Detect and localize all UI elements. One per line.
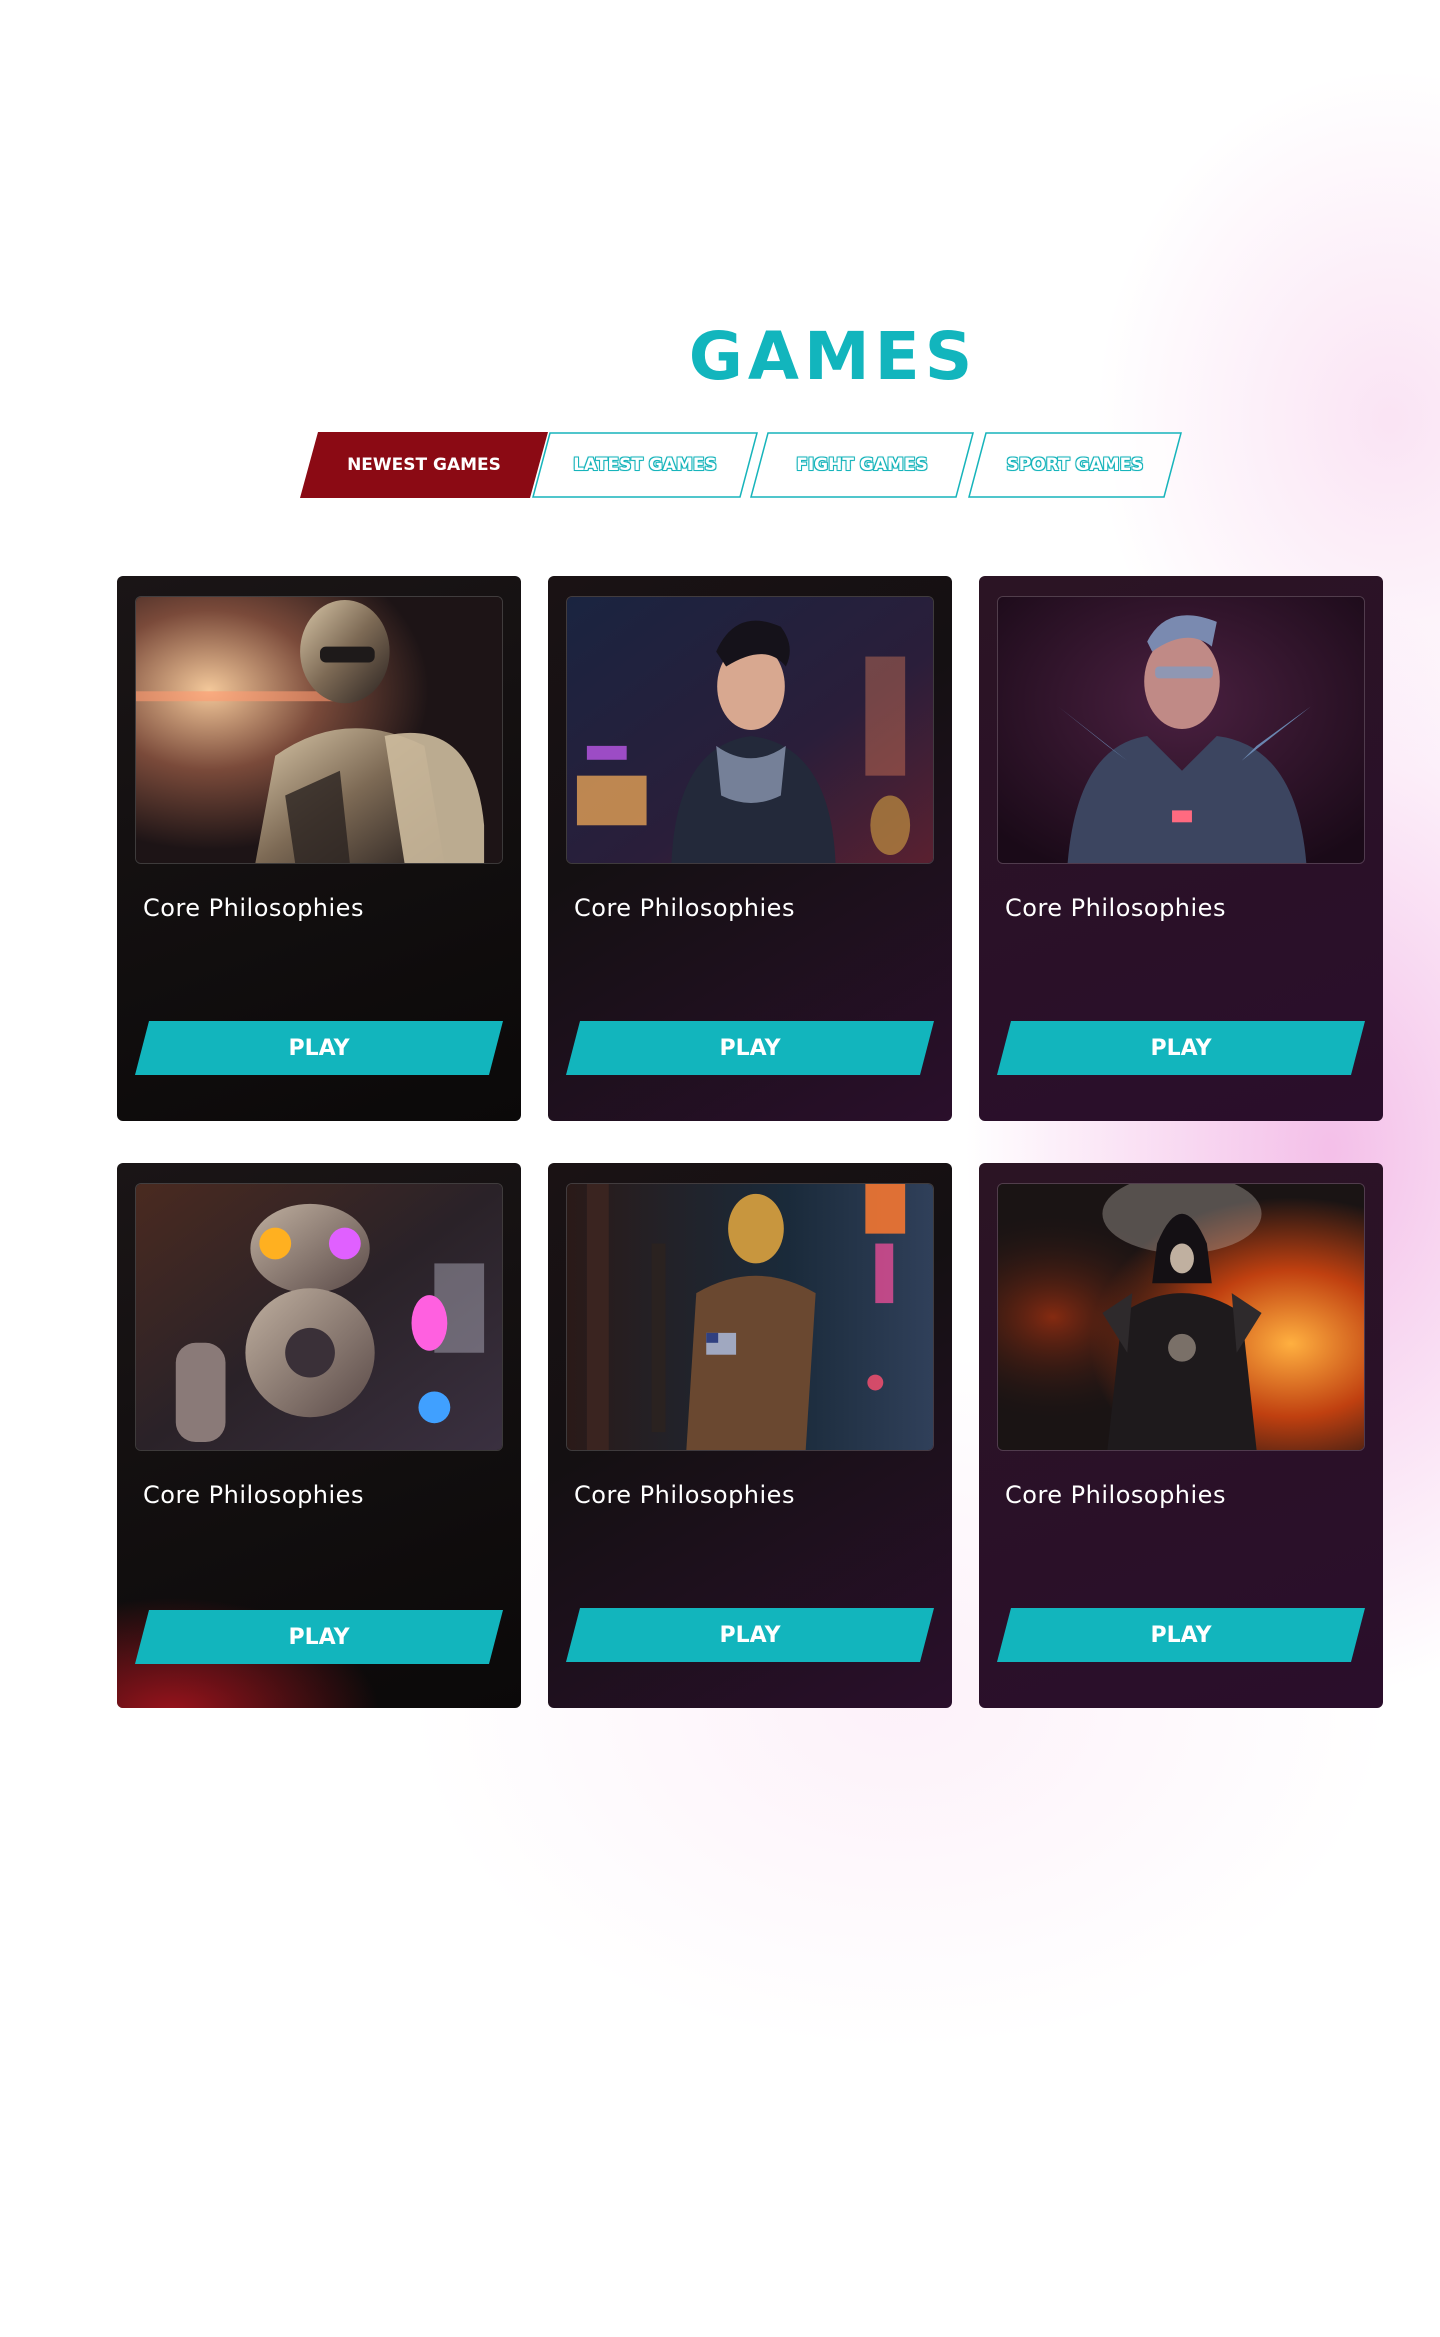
section-title: GAMES	[688, 318, 978, 395]
tab-label: LATEST GAMES	[573, 455, 717, 475]
card-title: Core Philosophies	[574, 894, 795, 922]
tab-label: SPORT GAMES	[1006, 455, 1144, 475]
tab-latest-games[interactable]: LATEST GAMES	[532, 432, 758, 498]
tab-label: NEWEST GAMES	[347, 455, 501, 475]
play-label: PLAY	[288, 1624, 350, 1650]
game-card: Core Philosophies PLAY	[548, 1163, 952, 1708]
golden-robot-image[interactable]	[135, 596, 503, 864]
play-button[interactable]: PLAY	[135, 1610, 503, 1664]
play-button[interactable]: PLAY	[997, 1021, 1365, 1075]
card-title: Core Philosophies	[574, 1481, 795, 1509]
play-button[interactable]: PLAY	[566, 1608, 934, 1662]
play-button[interactable]: PLAY	[566, 1021, 934, 1075]
play-button[interactable]: PLAY	[135, 1021, 503, 1075]
play-button[interactable]: PLAY	[997, 1608, 1365, 1662]
tab-fight-games[interactable]: FIGHT GAMES	[750, 432, 974, 498]
card-title: Core Philosophies	[143, 1481, 364, 1509]
game-card: Core Philosophies PLAY	[979, 1163, 1383, 1708]
armored-warrior-image[interactable]	[997, 596, 1365, 864]
dark-knight-image[interactable]	[997, 1183, 1365, 1451]
play-label: PLAY	[1150, 1622, 1212, 1648]
cyberpunk-woman-image[interactable]	[566, 596, 934, 864]
neon-robot-image[interactable]	[135, 1183, 503, 1451]
play-label: PLAY	[719, 1622, 781, 1648]
play-label: PLAY	[288, 1035, 350, 1061]
play-label: PLAY	[1150, 1035, 1212, 1061]
game-card: Core Philosophies PLAY	[548, 576, 952, 1121]
game-card: Core Philosophies PLAY	[979, 576, 1383, 1121]
tab-sport-games[interactable]: SPORT GAMES	[968, 432, 1182, 498]
game-category-tabs: NEWEST GAMES LATEST GAMES FIGHT GAMES SP…	[300, 432, 1200, 498]
leopard-soldier-image[interactable]	[566, 1183, 934, 1451]
game-card: Core Philosophies PLAY	[117, 576, 521, 1121]
game-card: Core Philosophies PLAY	[117, 1163, 521, 1708]
tab-label: FIGHT GAMES	[796, 455, 928, 475]
card-title: Core Philosophies	[1005, 1481, 1226, 1509]
card-title: Core Philosophies	[1005, 894, 1226, 922]
tab-newest-games[interactable]: NEWEST GAMES	[300, 432, 548, 498]
play-label: PLAY	[719, 1035, 781, 1061]
card-title: Core Philosophies	[143, 894, 364, 922]
